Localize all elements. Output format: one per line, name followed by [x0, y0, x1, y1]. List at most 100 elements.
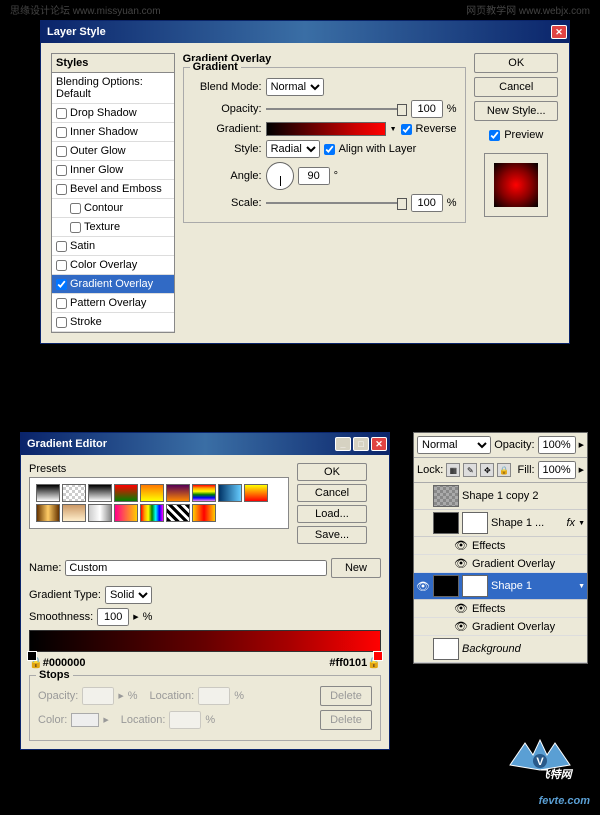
- lock-all-icon[interactable]: 🔒: [497, 463, 511, 477]
- close-icon[interactable]: ✕: [371, 437, 387, 451]
- preset-swatch[interactable]: [88, 484, 112, 502]
- preset-swatch[interactable]: [114, 504, 138, 522]
- layer-mask-thumbnail[interactable]: [462, 512, 488, 534]
- visibility-icon[interactable]: 👁: [454, 620, 468, 633]
- gradient-editor-titlebar[interactable]: Gradient Editor _ □ ✕: [21, 433, 389, 455]
- close-icon[interactable]: ✕: [551, 25, 567, 39]
- effects-row[interactable]: 👁Effects: [414, 537, 587, 555]
- smoothness-input[interactable]: [97, 608, 129, 626]
- style-inner-glow[interactable]: Inner Glow: [52, 161, 174, 180]
- layer-thumbnail[interactable]: [433, 512, 459, 534]
- style-texture[interactable]: Texture: [52, 218, 174, 237]
- scale-slider[interactable]: [266, 202, 407, 204]
- styles-header[interactable]: Styles: [52, 54, 174, 73]
- style-gradient-overlay[interactable]: Gradient Overlay: [52, 275, 174, 294]
- visibility-icon[interactable]: 👁: [454, 539, 468, 552]
- layer-row[interactable]: 👁 Shape 1 ▼: [414, 573, 587, 600]
- layer-row[interactable]: Background: [414, 636, 587, 663]
- minimize-icon[interactable]: _: [335, 437, 351, 451]
- lock-move-icon[interactable]: ✥: [480, 463, 494, 477]
- dropdown-arrow-icon[interactable]: ▶: [579, 441, 584, 449]
- lock-paint-icon[interactable]: ✎: [463, 463, 477, 477]
- layer-mask-thumbnail[interactable]: [462, 575, 488, 597]
- checkbox[interactable]: [56, 127, 67, 138]
- preset-swatch[interactable]: [62, 504, 86, 522]
- layer-fill-input[interactable]: [538, 461, 576, 479]
- preset-swatch[interactable]: [140, 484, 164, 502]
- layer-style-titlebar[interactable]: Layer Style ✕: [41, 21, 569, 43]
- effects-row[interactable]: 👁Effects: [414, 600, 587, 618]
- preset-swatch[interactable]: [218, 484, 242, 502]
- scale-input[interactable]: [411, 194, 443, 212]
- visibility-icon[interactable]: 👁: [454, 602, 468, 615]
- name-input[interactable]: [65, 560, 327, 576]
- gradient-type-select[interactable]: Solid: [105, 586, 152, 604]
- chevron-down-icon[interactable]: ▼: [578, 520, 585, 527]
- preset-swatch[interactable]: [166, 484, 190, 502]
- style-pattern-overlay[interactable]: Pattern Overlay: [52, 294, 174, 313]
- dropdown-arrow-icon[interactable]: ▶: [579, 466, 584, 474]
- layer-thumbnail[interactable]: [433, 575, 459, 597]
- new-style-button[interactable]: New Style...: [474, 101, 558, 121]
- preset-swatch[interactable]: [166, 504, 190, 522]
- preset-swatch[interactable]: [114, 484, 138, 502]
- style-contour[interactable]: Contour: [52, 199, 174, 218]
- ok-button[interactable]: OK: [474, 53, 558, 73]
- cancel-button[interactable]: Cancel: [474, 77, 558, 97]
- preset-swatch[interactable]: [36, 484, 60, 502]
- checkbox[interactable]: [56, 298, 67, 309]
- preset-swatch[interactable]: [192, 484, 216, 502]
- style-bevel-emboss[interactable]: Bevel and Emboss: [52, 180, 174, 199]
- angle-input[interactable]: [298, 167, 330, 185]
- fx-badge[interactable]: fx: [567, 517, 576, 529]
- gradient-swatch[interactable]: [266, 122, 386, 136]
- layer-opacity-input[interactable]: [538, 436, 576, 454]
- checkbox[interactable]: [70, 222, 81, 233]
- save-button[interactable]: Save...: [297, 526, 367, 544]
- preset-swatch[interactable]: [192, 504, 216, 522]
- blend-mode-select[interactable]: Normal: [266, 78, 324, 96]
- style-drop-shadow[interactable]: Drop Shadow: [52, 104, 174, 123]
- style-satin[interactable]: Satin: [52, 237, 174, 256]
- gradient-bar[interactable]: [29, 630, 381, 652]
- load-button[interactable]: Load...: [297, 505, 367, 523]
- preset-swatch[interactable]: [244, 484, 268, 502]
- color-stop-left[interactable]: [27, 651, 37, 661]
- opacity-input[interactable]: [411, 100, 443, 118]
- preset-swatch[interactable]: [140, 504, 164, 522]
- ok-button[interactable]: OK: [297, 463, 367, 481]
- reverse-checkbox[interactable]: [401, 124, 412, 135]
- style-color-overlay[interactable]: Color Overlay: [52, 256, 174, 275]
- layer-thumbnail[interactable]: [433, 485, 459, 507]
- visibility-icon[interactable]: 👁: [416, 580, 430, 593]
- checkbox[interactable]: [56, 241, 67, 252]
- layer-thumbnail[interactable]: [433, 638, 459, 660]
- checkbox[interactable]: [56, 108, 67, 119]
- preset-swatch[interactable]: [36, 504, 60, 522]
- style-outer-glow[interactable]: Outer Glow: [52, 142, 174, 161]
- preset-swatch[interactable]: [88, 504, 112, 522]
- preset-swatch[interactable]: [62, 484, 86, 502]
- maximize-icon[interactable]: □: [353, 437, 369, 451]
- color-stop-right[interactable]: [373, 651, 383, 661]
- checkbox[interactable]: [56, 317, 67, 328]
- layer-row[interactable]: Shape 1 copy 2: [414, 483, 587, 510]
- checkbox[interactable]: [56, 260, 67, 271]
- angle-dial[interactable]: [266, 162, 294, 190]
- checkbox[interactable]: [56, 184, 67, 195]
- new-button[interactable]: New: [331, 558, 381, 578]
- layer-blend-mode-select[interactable]: Normal: [417, 436, 491, 454]
- checkbox[interactable]: [56, 165, 67, 176]
- preview-checkbox[interactable]: [489, 130, 500, 141]
- blending-options-item[interactable]: Blending Options: Default: [52, 73, 174, 104]
- style-stroke[interactable]: Stroke: [52, 313, 174, 332]
- effect-gradient-overlay[interactable]: 👁Gradient Overlay: [414, 618, 587, 636]
- effect-gradient-overlay[interactable]: 👁Gradient Overlay: [414, 555, 587, 573]
- opacity-slider[interactable]: [266, 108, 407, 110]
- layer-row[interactable]: Shape 1 ... fx ▼: [414, 510, 587, 537]
- dropdown-arrow-icon[interactable]: ▼: [390, 126, 397, 133]
- visibility-icon[interactable]: 👁: [454, 557, 468, 570]
- cancel-button[interactable]: Cancel: [297, 484, 367, 502]
- checkbox[interactable]: [56, 146, 67, 157]
- dropdown-arrow-icon[interactable]: ▶: [133, 613, 138, 621]
